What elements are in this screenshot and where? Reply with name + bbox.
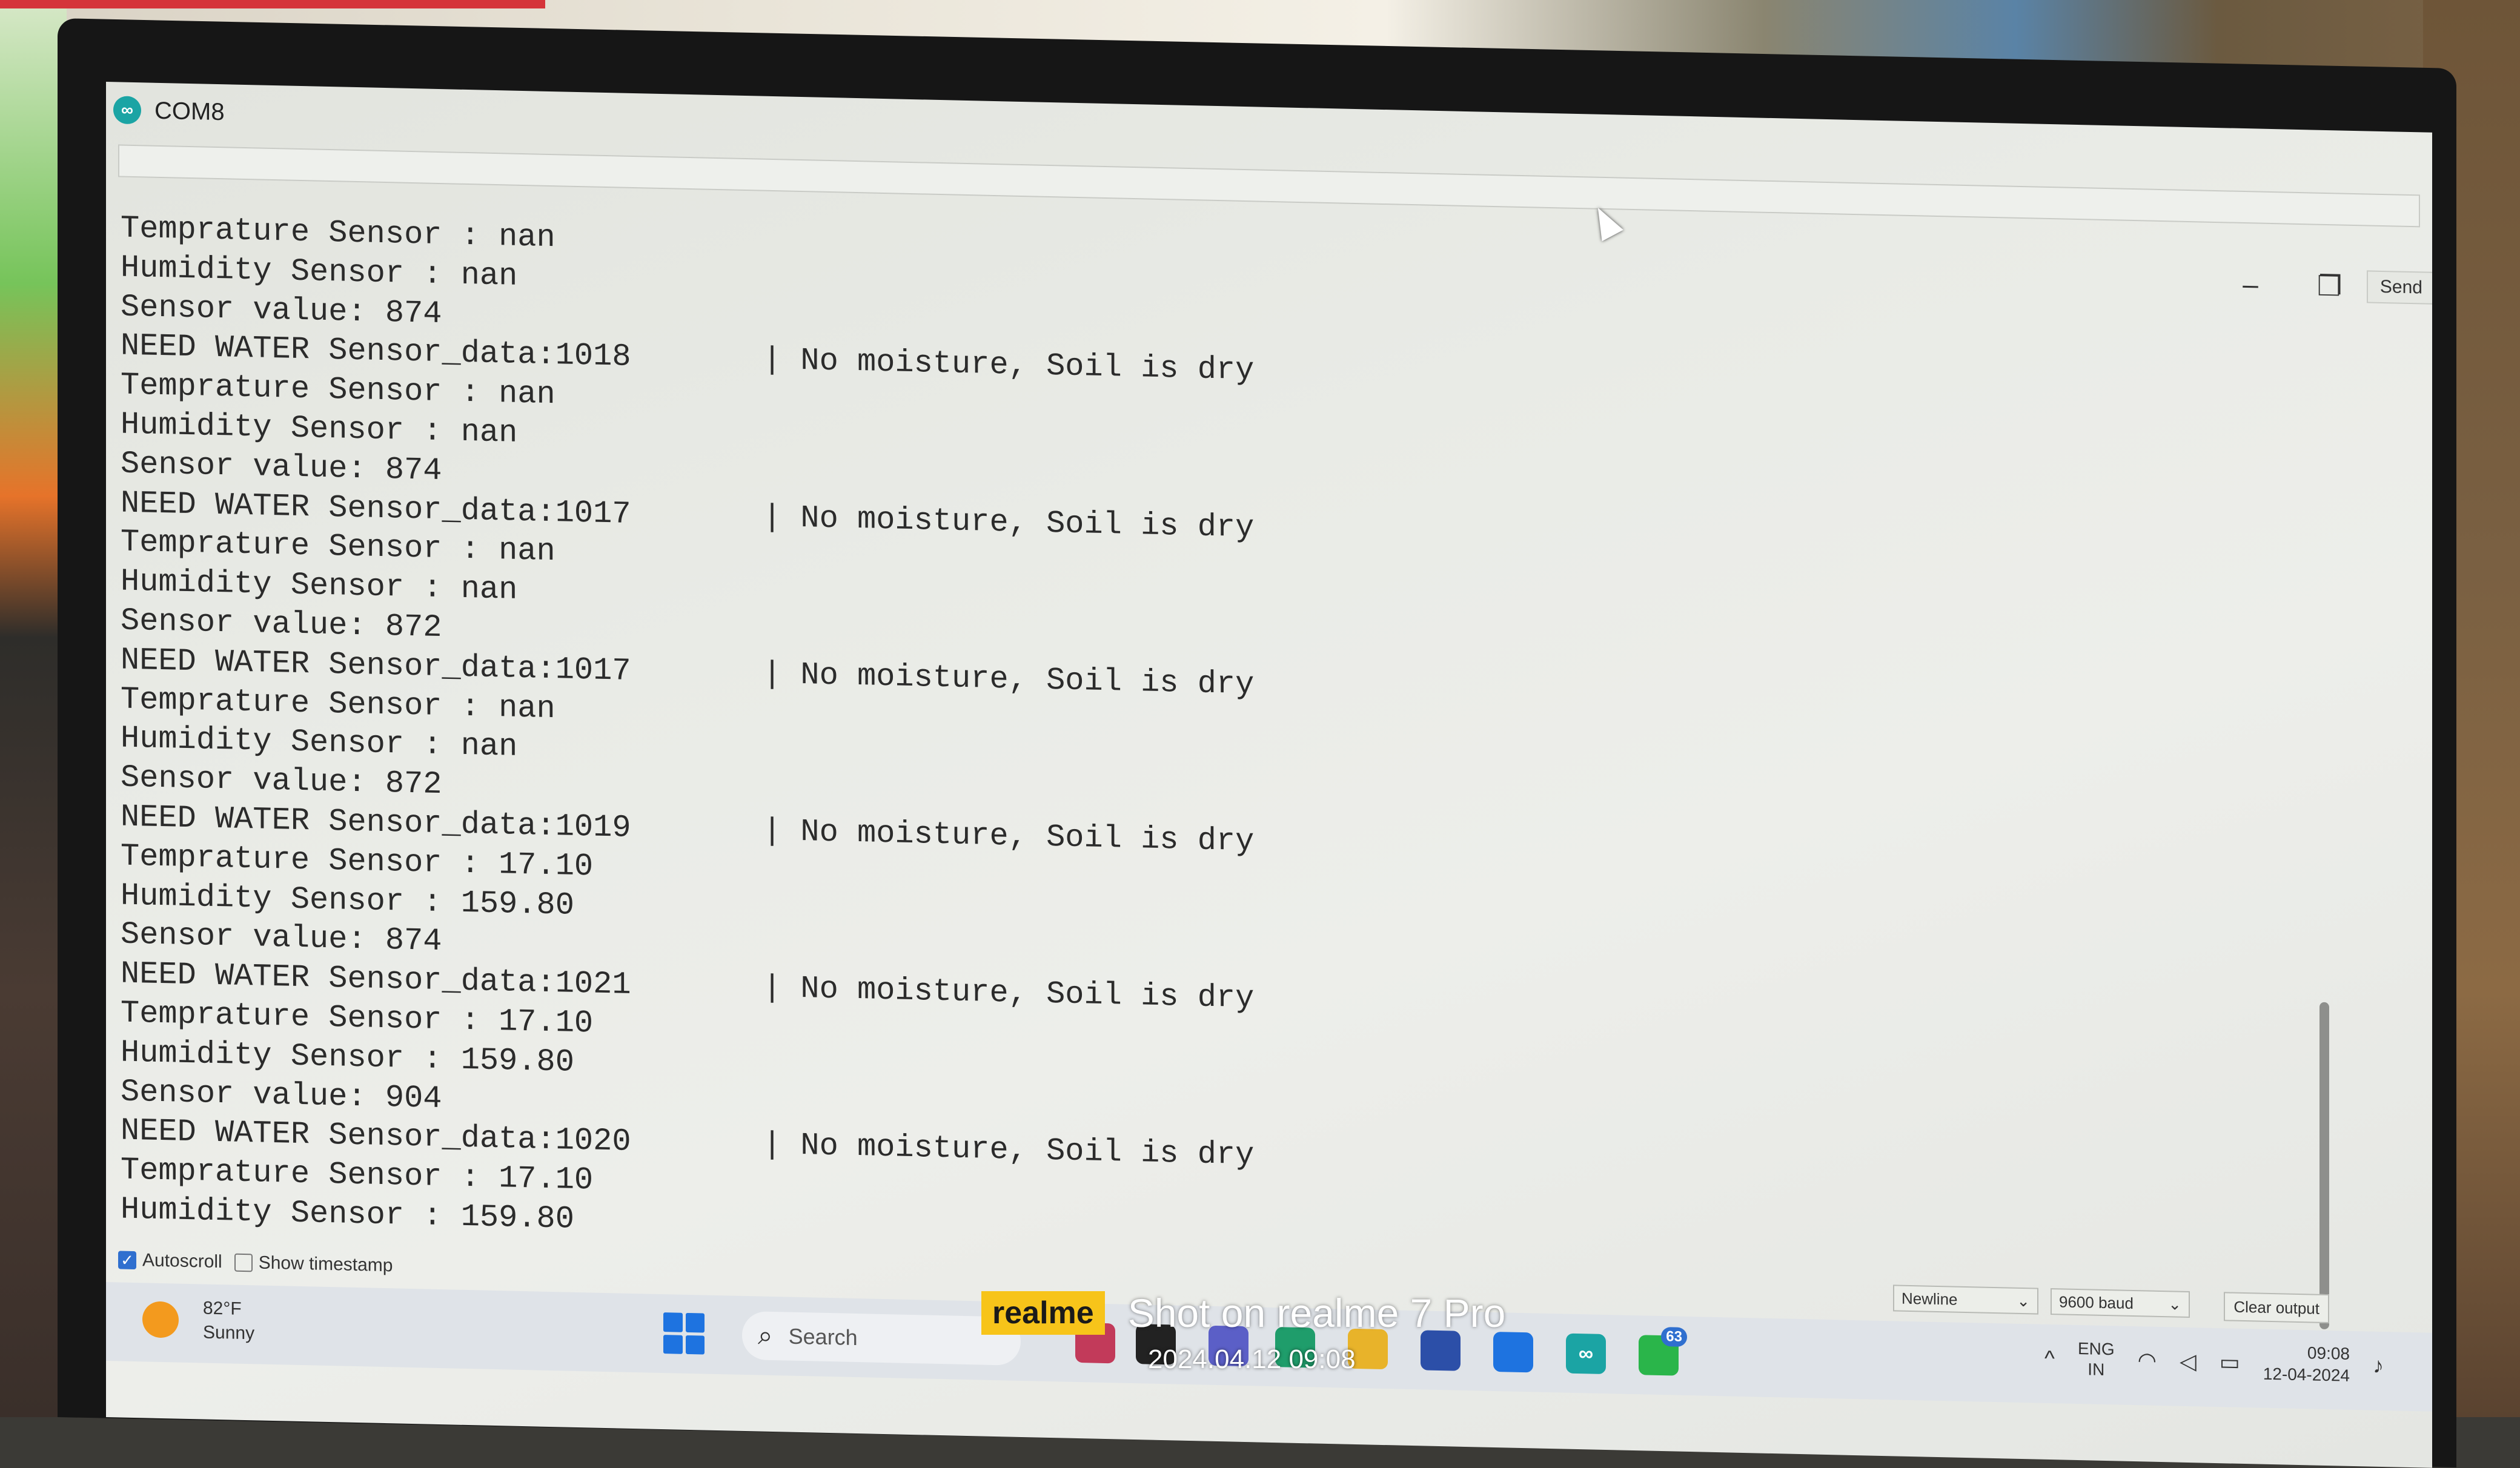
region-code: IN	[2087, 1360, 2105, 1379]
clock-time: 09:08	[2307, 1343, 2350, 1363]
weather-info: 82°F Sunny	[203, 1296, 254, 1346]
autoscroll-checkbox[interactable]: ✓	[118, 1251, 136, 1270]
line-ending-value: Newline	[1902, 1289, 1958, 1309]
output-text: Humidity Sensor : nan	[121, 406, 518, 451]
output-text: Sensor value: 874	[121, 289, 442, 332]
camera-watermark: realme Shot on realme 7 Pro	[981, 1290, 1505, 1336]
clear-output-button[interactable]: Clear output	[2224, 1292, 2329, 1324]
window-title: COM8	[154, 97, 225, 125]
chevron-down-icon: ⌄	[2168, 1294, 2181, 1314]
arduino-icon: ∞	[113, 96, 141, 125]
output-text: Sensor value: 874	[121, 916, 442, 960]
output-text: Temprature Sensor : nan	[121, 210, 555, 256]
whatsapp-icon[interactable]: 63	[1639, 1327, 1687, 1376]
send-button[interactable]: Send	[2366, 270, 2432, 305]
output-text: Humidity Sensor : nan	[121, 720, 518, 765]
taskbar-search[interactable]: ⌕ Search	[742, 1311, 1021, 1366]
output-text: Humidity Sensor : nan	[121, 563, 518, 608]
language-indicator[interactable]: ENG IN	[2078, 1338, 2115, 1380]
search-icon: ⌕	[758, 1320, 773, 1351]
battery-icon[interactable]: ▭	[2220, 1349, 2240, 1375]
chevron-down-icon: ⌄	[2017, 1291, 2030, 1310]
output-text: Sensor value: 904	[121, 1074, 442, 1117]
output-text: Sensor value: 874	[121, 446, 442, 489]
speaker-icon[interactable]: ◁	[2180, 1349, 2197, 1375]
clock[interactable]: 09:08 12-04-2024	[2263, 1341, 2350, 1387]
autoscroll-label: Autoscroll	[142, 1250, 222, 1272]
output-text: Temprature Sensor : nan	[121, 524, 555, 570]
output-text: Humidity Sensor : 159.80	[121, 878, 574, 924]
output-scrollbar[interactable]	[2319, 1002, 2329, 1330]
arduino-taskbar-icon[interactable]: ∞	[1566, 1333, 1606, 1375]
bell-icon[interactable]: ♪	[2373, 1353, 2384, 1378]
store-icon[interactable]	[1421, 1330, 1461, 1371]
timestamp-checkbox[interactable]	[234, 1253, 253, 1272]
watermark-brand: realme	[981, 1291, 1105, 1335]
output-text: Temprature Sensor : nan	[121, 367, 555, 413]
weather-widget[interactable]: 82°F Sunny	[142, 1295, 254, 1346]
baud-rate-select[interactable]: 9600 baud ⌄	[2051, 1288, 2190, 1318]
taskbar-app-icon[interactable]	[1493, 1331, 1533, 1373]
clock-date: 12-04-2024	[2263, 1364, 2350, 1385]
output-text: Humidity Sensor : nan	[121, 250, 518, 294]
weather-temp: 82°F	[203, 1298, 242, 1319]
line-ending-select[interactable]: Newline ⌄	[1893, 1284, 2038, 1315]
red-object	[0, 0, 545, 8]
sun-icon	[142, 1301, 179, 1338]
windows-start-icon[interactable]	[663, 1312, 705, 1355]
language-code: ENG	[2077, 1339, 2115, 1359]
search-label: Search	[788, 1323, 858, 1351]
output-text: Humidity Sensor : 159.80	[121, 1034, 574, 1080]
output-text: Sensor value: 872	[121, 603, 442, 646]
output-text: Sensor value: 872	[121, 759, 442, 803]
room-left-objects	[0, 0, 67, 1417]
system-tray: ^ ENG IN ◠ ◁ ▭ 09:08 12-04-2024 ♪	[2044, 1337, 2384, 1387]
watermark-text: Shot on realme 7 Pro	[1127, 1291, 1506, 1335]
watermark-datetime: 2024.04.12 09:08	[1148, 1344, 1356, 1374]
output-text: Humidity Sensor : 159.80	[121, 1191, 574, 1237]
output-text: Temprature Sensor : nan	[121, 681, 555, 727]
chevron-up-icon[interactable]: ^	[2044, 1346, 2055, 1371]
notification-badge: 63	[1661, 1327, 1687, 1347]
baud-rate-value: 9600 baud	[2059, 1292, 2134, 1312]
serial-monitor-window: ∞ COM8 – ❐ ✕ Send Temprature Sensor : na…	[106, 82, 2432, 1468]
serial-output[interactable]: Temprature Sensor : nan Humidity Sensor …	[121, 210, 2350, 1239]
weather-condition: Sunny	[203, 1322, 255, 1344]
wifi-icon[interactable]: ◠	[2138, 1347, 2157, 1374]
timestamp-label: Show timestamp	[258, 1252, 393, 1276]
